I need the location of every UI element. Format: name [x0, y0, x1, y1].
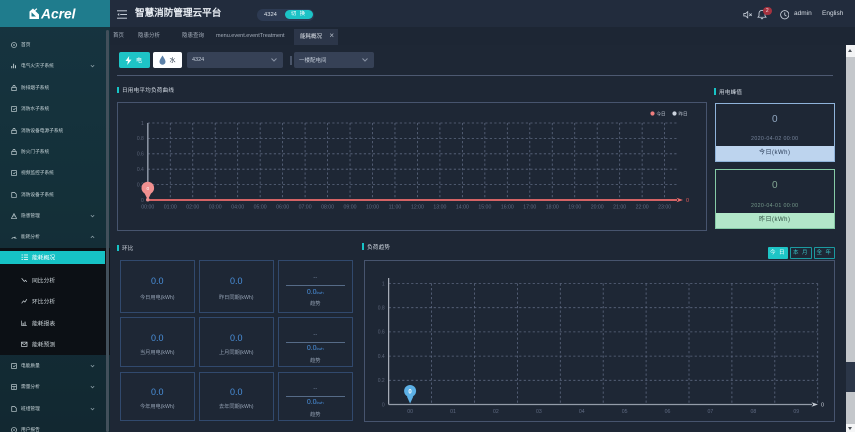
svg-text:0.4: 0.4 [137, 167, 144, 173]
svg-text:20:00: 20:00 [591, 205, 604, 211]
svg-text:0.6: 0.6 [378, 329, 385, 335]
svg-text:1: 1 [141, 121, 144, 127]
svg-text:21:00: 21:00 [613, 205, 626, 211]
svg-text:0: 0 [141, 198, 144, 204]
svg-text:18:00: 18:00 [546, 205, 559, 211]
svg-text:22:00: 22:00 [636, 205, 649, 211]
svg-text:01: 01 [450, 409, 456, 415]
svg-text:00:00: 00:00 [141, 205, 154, 211]
svg-text:04:00: 04:00 [231, 205, 244, 211]
svg-text:0: 0 [382, 402, 385, 408]
svg-text:Acrel: Acrel [40, 7, 77, 22]
svg-text:0.2: 0.2 [378, 378, 385, 384]
svg-text:17:00: 17:00 [523, 205, 536, 211]
svg-text:07:00: 07:00 [299, 205, 312, 211]
svg-text:0: 0 [146, 186, 149, 192]
svg-text:04: 04 [579, 409, 585, 415]
svg-text:07: 07 [708, 409, 714, 415]
svg-text:02: 02 [493, 409, 499, 415]
svg-text:0.8: 0.8 [137, 136, 144, 142]
svg-text:06: 06 [665, 409, 671, 415]
svg-text:05:00: 05:00 [254, 205, 267, 211]
svg-text:03:00: 03:00 [209, 205, 222, 211]
svg-text:13:00: 13:00 [433, 205, 446, 211]
svg-text:02:00: 02:00 [186, 205, 199, 211]
svg-text:09: 09 [793, 409, 799, 415]
svg-text:15:00: 15:00 [478, 205, 491, 211]
svg-text:1: 1 [382, 281, 385, 287]
svg-text:06:00: 06:00 [276, 205, 289, 211]
svg-text:0.4: 0.4 [378, 353, 385, 359]
svg-text:08: 08 [750, 409, 756, 415]
svg-text:今日: 今日 [657, 110, 666, 117]
svg-text:12:00: 12:00 [411, 205, 424, 211]
svg-text:23:00: 23:00 [658, 205, 671, 211]
svg-text:14:00: 14:00 [456, 205, 469, 211]
svg-text:16:00: 16:00 [501, 205, 514, 211]
svg-text:0.8: 0.8 [378, 305, 385, 311]
svg-text:09:00: 09:00 [344, 205, 357, 211]
svg-text:03: 03 [536, 409, 542, 415]
svg-text:19:00: 19:00 [568, 205, 581, 211]
svg-text:01:00: 01:00 [164, 205, 177, 211]
svg-text:00: 00 [407, 409, 413, 415]
svg-text:08:00: 08:00 [321, 205, 334, 211]
svg-text:10:00: 10:00 [366, 205, 379, 211]
svg-text:05: 05 [622, 409, 628, 415]
svg-text:昨日: 昨日 [679, 110, 688, 117]
svg-text:0.6: 0.6 [137, 152, 144, 158]
svg-text:0: 0 [821, 402, 824, 408]
svg-text:11:00: 11:00 [389, 205, 402, 211]
svg-text:0: 0 [686, 198, 689, 204]
